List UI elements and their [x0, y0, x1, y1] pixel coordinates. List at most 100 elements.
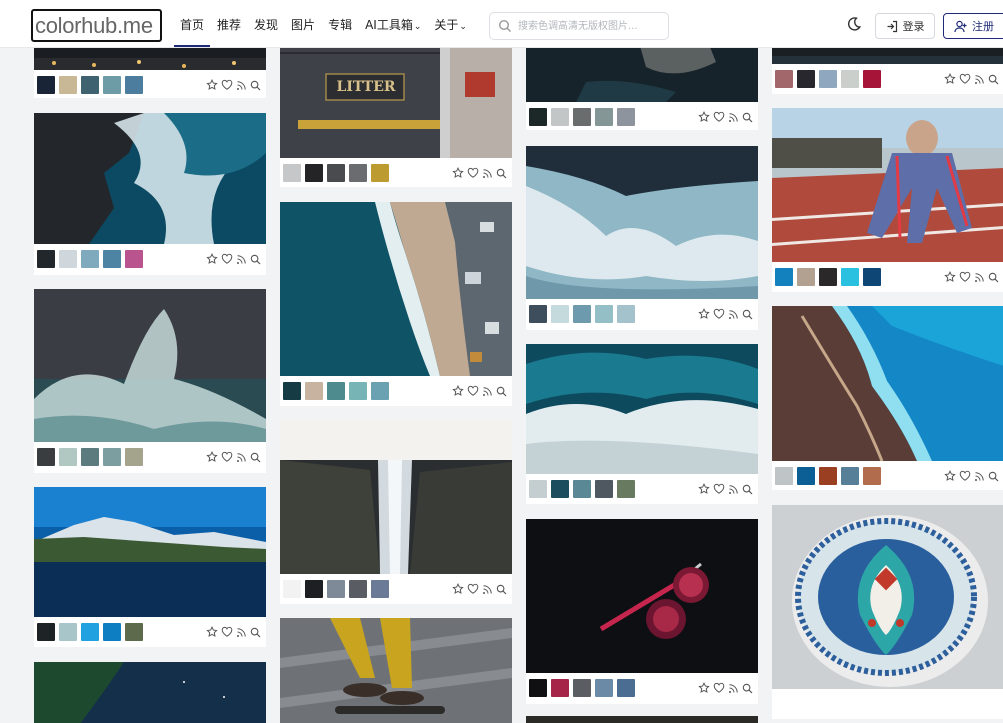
color-swatch[interactable]: [797, 268, 815, 286]
color-swatch[interactable]: [349, 164, 367, 182]
photo[interactable]: [772, 108, 1003, 262]
nav-home[interactable]: 首页: [174, 0, 211, 48]
star-icon[interactable]: [698, 483, 710, 495]
rss-icon[interactable]: [236, 627, 247, 638]
photo[interactable]: [280, 420, 512, 574]
heart-icon[interactable]: [713, 308, 725, 320]
nav-recommend[interactable]: 推荐: [211, 0, 247, 48]
color-swatch[interactable]: [863, 467, 881, 485]
photo[interactable]: [280, 202, 512, 376]
zoom-icon[interactable]: [988, 272, 999, 283]
color-swatch[interactable]: [37, 448, 55, 466]
photo[interactable]: LITTER: [280, 32, 512, 158]
color-swatch[interactable]: [103, 250, 121, 268]
nav-images[interactable]: 图片: [285, 0, 321, 48]
color-swatch[interactable]: [529, 108, 547, 126]
color-swatch[interactable]: [371, 164, 389, 182]
star-icon[interactable]: [944, 470, 956, 482]
color-swatch[interactable]: [125, 448, 143, 466]
color-swatch[interactable]: [59, 448, 77, 466]
heart-icon[interactable]: [221, 626, 233, 638]
color-swatch[interactable]: [125, 623, 143, 641]
star-icon[interactable]: [698, 308, 710, 320]
color-swatch[interactable]: [305, 382, 323, 400]
photo[interactable]: [34, 113, 266, 244]
color-swatch[interactable]: [573, 305, 591, 323]
color-swatch[interactable]: [37, 623, 55, 641]
color-swatch[interactable]: [617, 480, 635, 498]
color-swatch[interactable]: [37, 250, 55, 268]
photo[interactable]: [772, 505, 1003, 689]
star-icon[interactable]: [698, 111, 710, 123]
zoom-icon[interactable]: [250, 80, 261, 91]
color-swatch[interactable]: [371, 382, 389, 400]
zoom-icon[interactable]: [496, 386, 507, 397]
color-swatch[interactable]: [819, 268, 837, 286]
star-icon[interactable]: [944, 73, 956, 85]
rss-icon[interactable]: [728, 484, 739, 495]
color-swatch[interactable]: [283, 580, 301, 598]
moon-icon[interactable]: [846, 16, 862, 32]
color-swatch[interactable]: [551, 679, 569, 697]
zoom-icon[interactable]: [496, 584, 507, 595]
color-swatch[interactable]: [551, 305, 569, 323]
color-swatch[interactable]: [103, 448, 121, 466]
color-swatch[interactable]: [103, 76, 121, 94]
color-swatch[interactable]: [841, 268, 859, 286]
color-swatch[interactable]: [327, 164, 345, 182]
heart-icon[interactable]: [713, 483, 725, 495]
photo[interactable]: [526, 146, 758, 299]
color-swatch[interactable]: [305, 164, 323, 182]
color-swatch[interactable]: [595, 480, 613, 498]
color-swatch[interactable]: [81, 250, 99, 268]
photo[interactable]: [772, 306, 1003, 461]
rss-icon[interactable]: [728, 683, 739, 694]
color-swatch[interactable]: [371, 580, 389, 598]
nav-ai-toolbox[interactable]: AI工具箱⌄: [359, 0, 427, 48]
color-swatch[interactable]: [551, 480, 569, 498]
zoom-icon[interactable]: [988, 74, 999, 85]
color-swatch[interactable]: [327, 382, 345, 400]
color-swatch[interactable]: [59, 250, 77, 268]
star-icon[interactable]: [206, 451, 218, 463]
heart-icon[interactable]: [221, 451, 233, 463]
star-icon[interactable]: [944, 271, 956, 283]
color-swatch[interactable]: [573, 480, 591, 498]
search-box[interactable]: [489, 12, 669, 40]
rss-icon[interactable]: [236, 452, 247, 463]
color-swatch[interactable]: [617, 108, 635, 126]
star-icon[interactable]: [698, 682, 710, 694]
color-swatch[interactable]: [81, 623, 99, 641]
color-swatch[interactable]: [59, 76, 77, 94]
photo[interactable]: [526, 344, 758, 474]
color-swatch[interactable]: [841, 70, 859, 88]
color-swatch[interactable]: [775, 467, 793, 485]
star-icon[interactable]: [452, 385, 464, 397]
photo[interactable]: [34, 662, 266, 723]
zoom-icon[interactable]: [742, 683, 753, 694]
color-swatch[interactable]: [797, 70, 815, 88]
photo[interactable]: [34, 289, 266, 442]
rss-icon[interactable]: [974, 74, 985, 85]
color-swatch[interactable]: [617, 679, 635, 697]
rss-icon[interactable]: [974, 272, 985, 283]
zoom-icon[interactable]: [742, 484, 753, 495]
zoom-icon[interactable]: [250, 452, 261, 463]
rss-icon[interactable]: [482, 168, 493, 179]
color-swatch[interactable]: [81, 76, 99, 94]
color-swatch[interactable]: [841, 467, 859, 485]
heart-icon[interactable]: [467, 167, 479, 179]
zoom-icon[interactable]: [496, 168, 507, 179]
color-swatch[interactable]: [125, 250, 143, 268]
nav-discover[interactable]: 发现: [248, 0, 284, 48]
star-icon[interactable]: [206, 79, 218, 91]
heart-icon[interactable]: [713, 682, 725, 694]
color-swatch[interactable]: [595, 679, 613, 697]
color-swatch[interactable]: [819, 70, 837, 88]
zoom-icon[interactable]: [988, 471, 999, 482]
color-swatch[interactable]: [349, 382, 367, 400]
photo[interactable]: [526, 519, 758, 673]
color-swatch[interactable]: [59, 623, 77, 641]
heart-icon[interactable]: [221, 253, 233, 265]
rss-icon[interactable]: [728, 309, 739, 320]
